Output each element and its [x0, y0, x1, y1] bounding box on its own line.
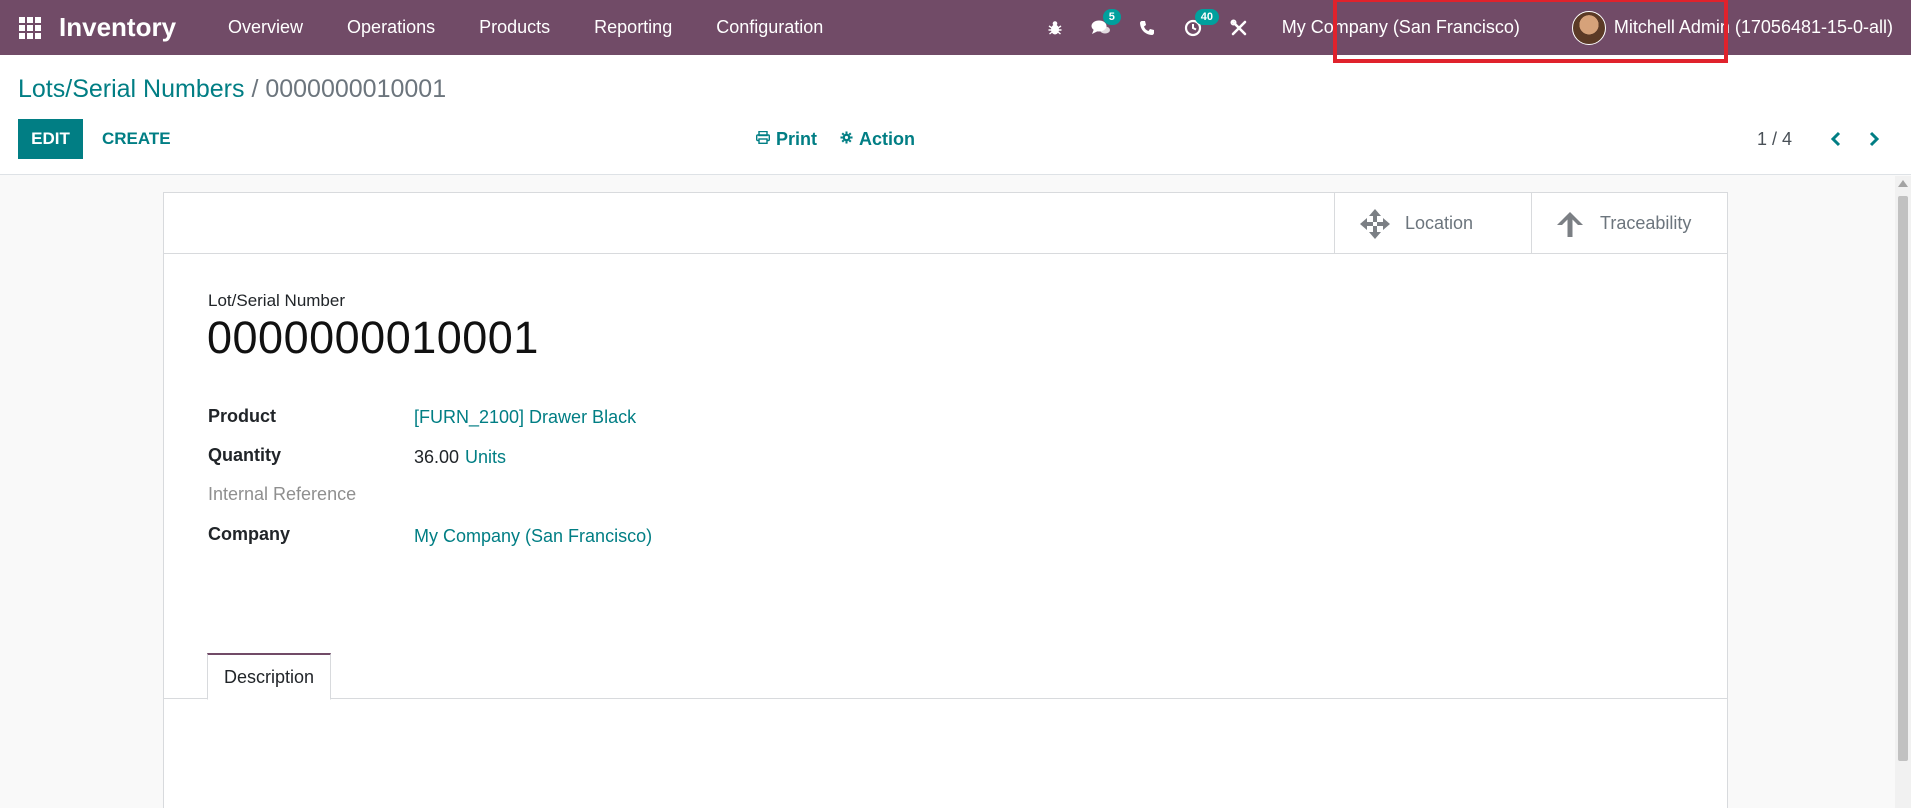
- product-link[interactable]: [FURN_2100] Drawer Black: [414, 407, 636, 428]
- smart-button-box: Location Traceability: [164, 193, 1727, 254]
- tab-description[interactable]: Description: [207, 653, 332, 700]
- edit-button[interactable]: EDIT: [18, 119, 83, 159]
- arrows-move-icon: [1357, 206, 1393, 242]
- control-panel: Lots/Serial Numbers / 0000000010001 EDIT…: [0, 55, 1911, 175]
- menu-overview[interactable]: Overview: [206, 0, 325, 55]
- scroll-thumb[interactable]: [1898, 196, 1908, 761]
- tools-icon[interactable]: [1216, 0, 1262, 55]
- quantity-value: 36.00: [414, 447, 460, 467]
- quantity-field: 36.00 Units: [414, 447, 506, 468]
- print-label: Print: [776, 128, 818, 149]
- breadcrumb-parent-link[interactable]: Lots/Serial Numbers: [18, 75, 244, 103]
- printer-icon: [755, 130, 771, 147]
- notebook-tabs: Description: [164, 653, 1727, 700]
- menu-operations[interactable]: Operations: [325, 0, 457, 55]
- debug-bug-icon[interactable]: [1032, 0, 1078, 55]
- print-button[interactable]: Print: [755, 119, 818, 159]
- chevron-left-icon: [1830, 131, 1840, 147]
- chevron-right-icon: [1869, 131, 1879, 147]
- quantity-label: Quantity: [208, 445, 282, 465]
- breadcrumb: Lots/Serial Numbers / 0000000010001: [18, 75, 446, 104]
- pager-next-button[interactable]: [1856, 119, 1892, 159]
- breadcrumb-current: 0000000010001: [265, 75, 447, 103]
- scroll-up-arrow[interactable]: [1898, 180, 1908, 187]
- location-smart-button[interactable]: Location: [1334, 193, 1531, 254]
- company-link[interactable]: My Company (San Francisco): [414, 526, 652, 547]
- traceability-smart-button[interactable]: Traceability: [1531, 193, 1727, 254]
- traceability-label: Traceability: [1600, 213, 1692, 233]
- product-label: Product: [208, 406, 277, 426]
- menu-reporting[interactable]: Reporting: [572, 0, 694, 55]
- highlight-box: [1333, 0, 1728, 63]
- app-name[interactable]: Inventory: [59, 12, 176, 43]
- pager-previous-button[interactable]: [1817, 119, 1853, 159]
- lot-name-value: 0000000010001: [207, 312, 539, 363]
- quantity-uom-link[interactable]: Units: [465, 447, 506, 467]
- menu-products[interactable]: Products: [457, 0, 572, 55]
- form-sheet: Location Traceability Lot/Serial Number …: [163, 192, 1728, 808]
- company-label: Company: [208, 524, 291, 544]
- chat-badge: 5: [1102, 9, 1121, 25]
- phone-icon[interactable]: [1124, 0, 1170, 55]
- internal-reference-label: Internal Reference: [208, 484, 357, 504]
- gear-icon: [840, 131, 853, 147]
- pager-value[interactable]: 1 / 4: [1757, 119, 1792, 159]
- chat-icon[interactable]: 5: [1078, 0, 1124, 55]
- activity-clock-icon[interactable]: 40: [1170, 0, 1220, 55]
- scrollbar[interactable]: [1895, 176, 1911, 808]
- arrow-up-icon: [1552, 206, 1588, 242]
- apps-menu-icon[interactable]: [0, 0, 59, 55]
- menu-configuration[interactable]: Configuration: [694, 0, 845, 55]
- create-button[interactable]: CREATE: [96, 119, 177, 159]
- lot-name-label: Lot/Serial Number: [208, 291, 346, 310]
- breadcrumb-separator: /: [251, 75, 259, 103]
- action-label: Action: [859, 128, 915, 149]
- location-label: Location: [1405, 213, 1474, 233]
- action-button[interactable]: Action: [840, 119, 915, 159]
